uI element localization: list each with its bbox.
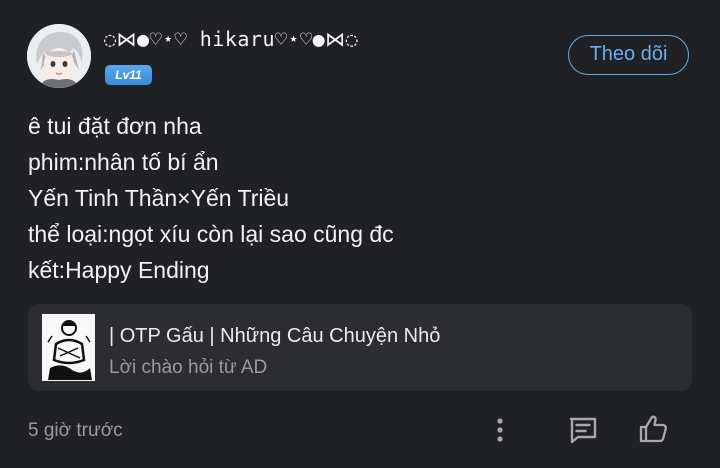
card-thumbnail: [42, 314, 95, 381]
card-subtitle: Lời chào hỏi từ AD: [109, 357, 268, 378]
author-avatar[interactable]: [27, 24, 91, 88]
linked-post-card[interactable]: | OTP Gấu | Những Câu Chuyện Nhỏ Lời chà…: [28, 304, 692, 391]
follow-button[interactable]: Theo dõi: [568, 35, 689, 75]
post-line: ê tui đặt đơn nha: [28, 113, 202, 139]
post-line: Yến Tinh Thần×Yến Triều: [28, 185, 290, 211]
more-vertical-icon: [497, 418, 503, 442]
comment-icon: [569, 417, 597, 444]
avatar-image: [27, 24, 91, 88]
author-name[interactable]: ◌⋈●♡⋆♡ hikaru♡⋆♡●⋈◌: [104, 27, 358, 51]
post-content: ê tui đặt đơn nha phim:nhân tố bí ẩn Yến…: [28, 108, 394, 288]
card-title: | OTP Gấu | Những Câu Chuyện Nhỏ: [109, 325, 441, 347]
post-timestamp: 5 giờ trước: [28, 420, 123, 441]
thumbnail-image: [42, 314, 95, 381]
post-line: phim:nhân tố bí ẩn: [28, 149, 219, 175]
thumbs-up-icon: [639, 415, 667, 443]
comment-button[interactable]: [567, 414, 599, 446]
post-line: thể loại:ngọt xíu còn lại sao cũng đc: [28, 221, 394, 247]
level-badge: Lv11: [105, 65, 152, 85]
like-button[interactable]: [637, 413, 669, 445]
post-line: kết:Happy Ending: [28, 257, 210, 283]
more-options-button[interactable]: [490, 416, 510, 444]
